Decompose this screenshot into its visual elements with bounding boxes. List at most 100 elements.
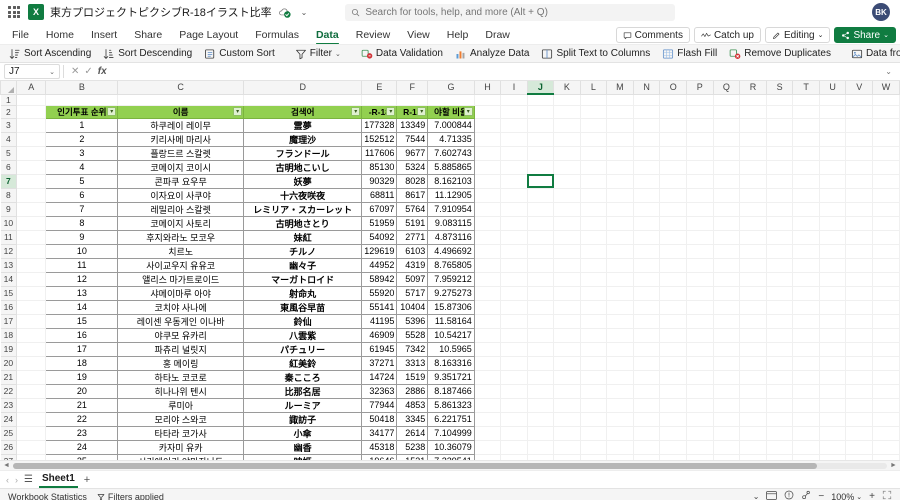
cell-K1[interactable] (553, 93, 581, 106)
cell-Q25[interactable] (712, 425, 741, 441)
cell-H18[interactable] (473, 327, 502, 343)
cell-C20[interactable]: 홍 메이링 (117, 355, 245, 371)
cell-H23[interactable] (473, 397, 502, 413)
cell-C7[interactable]: 콘파쿠 요우무 (117, 173, 245, 189)
cell-R2[interactable] (739, 104, 767, 119)
cell-N21[interactable] (632, 369, 661, 385)
cell-H24[interactable] (473, 411, 502, 427)
cell-R7[interactable] (739, 173, 767, 189)
cell-E9[interactable]: 67097 (361, 201, 398, 217)
cell-C9[interactable]: 레밀리아 스칼렛 (117, 201, 245, 217)
row-header-18[interactable]: 18 (0, 327, 18, 343)
cell-P20[interactable] (686, 355, 714, 371)
scroll-left-arrow[interactable]: ◄ (2, 462, 11, 469)
tab-formulas[interactable]: Formulas (247, 28, 307, 44)
cell-Q7[interactable] (712, 173, 741, 189)
cell-H11[interactable] (473, 229, 502, 245)
cell-T23[interactable] (792, 397, 820, 413)
cell-O14[interactable] (659, 271, 688, 287)
cell-Q27[interactable] (712, 453, 741, 460)
column-header-u[interactable]: U (818, 81, 847, 95)
filter-dropdown-f[interactable]: ▾ (417, 106, 427, 116)
cell-E2[interactable]: -R-18 ▾ (361, 104, 398, 119)
cell-E17[interactable]: 41195 (361, 313, 398, 329)
cell-V11[interactable] (845, 229, 873, 245)
table-row[interactable]: 23 21 루미아 ルーミア 77944 4853 5.861323 (0, 397, 900, 413)
cell-N9[interactable] (632, 201, 661, 217)
cell-N14[interactable] (632, 271, 661, 287)
normal-view-icon[interactable] (766, 490, 778, 500)
cell-U17[interactable] (818, 313, 847, 329)
cell-T13[interactable] (792, 257, 820, 273)
cell-F3[interactable]: 13349 (396, 117, 429, 133)
column-header-k[interactable]: K (553, 81, 581, 95)
cell-F13[interactable]: 4319 (396, 257, 429, 273)
cell-S19[interactable] (765, 341, 794, 357)
cell-L4[interactable] (579, 131, 608, 147)
cell-T11[interactable] (792, 229, 820, 245)
cell-S14[interactable] (765, 271, 794, 287)
cell-E6[interactable]: 85130 (361, 159, 398, 175)
cell-W3[interactable] (872, 117, 900, 133)
cell-R23[interactable] (739, 397, 767, 413)
cell-W21[interactable] (872, 369, 900, 385)
column-header-e[interactable]: E (361, 81, 398, 95)
cell-H8[interactable] (473, 187, 502, 203)
select-all-corner[interactable] (0, 81, 18, 95)
cell-S3[interactable] (765, 117, 794, 133)
cell-G3[interactable]: 7.000844 (427, 117, 475, 133)
cell-G14[interactable]: 7.959212 (427, 271, 475, 287)
cell-J17[interactable] (526, 313, 555, 329)
cell-P4[interactable] (686, 131, 714, 147)
cell-C21[interactable]: 하타노 코코로 (117, 369, 245, 385)
cell-A14[interactable] (16, 271, 47, 287)
cell-S23[interactable] (765, 397, 794, 413)
table-row[interactable]: 24 22 모리야 스와코 諏訪子 50418 3345 6.221751 (0, 411, 900, 427)
cell-O11[interactable] (659, 229, 688, 245)
cell-S11[interactable] (765, 229, 794, 245)
sort-descending-button[interactable]: Sort Descending (98, 46, 197, 62)
row-header-16[interactable]: 16 (0, 299, 18, 315)
cell-N23[interactable] (632, 397, 661, 413)
table-row[interactable]: 19 17 파츄리 널릿지 パチュリー 61945 7342 10.5965 (0, 341, 900, 357)
table-row[interactable]: 22 20 히나나위 텐시 比那名居 32363 2886 8.187466 (0, 383, 900, 399)
formula-input[interactable] (113, 64, 879, 79)
cell-Q6[interactable] (712, 159, 741, 175)
cell-A9[interactable] (16, 201, 47, 217)
cell-T20[interactable] (792, 355, 820, 371)
share-button[interactable]: Share ⌄ (834, 27, 896, 43)
cell-U5[interactable] (818, 145, 847, 161)
row-header-5[interactable]: 5 (0, 145, 18, 161)
cell-P6[interactable] (686, 159, 714, 175)
cell-B13[interactable]: 11 (45, 257, 119, 273)
cell-A11[interactable] (16, 229, 47, 245)
cell-M1[interactable] (606, 93, 634, 106)
cell-W25[interactable] (872, 425, 900, 441)
column-header-v[interactable]: V (845, 81, 873, 95)
cell-P9[interactable] (686, 201, 714, 217)
cell-B22[interactable]: 20 (45, 383, 119, 399)
table-row[interactable]: 21 19 하타노 코코로 秦こころ 14724 1519 9.351721 (0, 369, 900, 385)
cell-T18[interactable] (792, 327, 820, 343)
cell-N8[interactable] (632, 187, 661, 203)
data-from-picture-button[interactable]: Data from Picture (846, 46, 900, 62)
cell-N13[interactable] (632, 257, 661, 273)
cell-T25[interactable] (792, 425, 820, 441)
table-row[interactable]: 7 5 콘파쿠 요우무 妖夢 90329 8028 8.162103 (0, 173, 900, 189)
cell-C24[interactable]: 모리야 스와코 (117, 411, 245, 427)
cell-U3[interactable] (818, 117, 847, 133)
cell-P23[interactable] (686, 397, 714, 413)
cell-V21[interactable] (845, 369, 873, 385)
column-header-h[interactable]: H (473, 81, 502, 95)
cell-Q21[interactable] (712, 369, 741, 385)
column-header-l[interactable]: L (579, 81, 608, 95)
cell-A17[interactable] (16, 313, 47, 329)
cell-R14[interactable] (739, 271, 767, 287)
cell-S5[interactable] (765, 145, 794, 161)
custom-sort-button[interactable]: Custom Sort (199, 46, 280, 62)
cell-H6[interactable] (473, 159, 502, 175)
cell-K2[interactable] (553, 104, 581, 119)
table-row[interactable]: 14 12 앨리스 마가트로이드 マーガトロイド 58942 5097 7.959212 (0, 271, 900, 287)
cell-K12[interactable] (553, 243, 581, 259)
cell-S8[interactable] (765, 187, 794, 203)
